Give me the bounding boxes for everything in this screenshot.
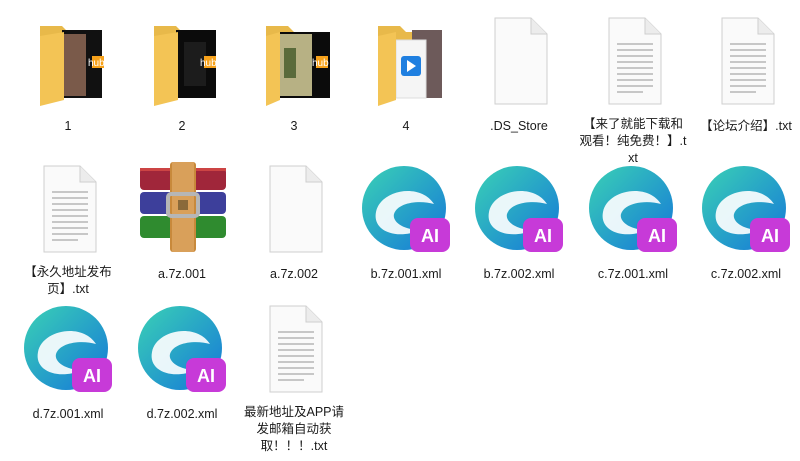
file-explorer-icon-view: { "files": [ {"name": "1", "type": "fold…	[0, 0, 800, 461]
edge-ai-icon: AI	[702, 166, 790, 252]
file-item-b-7z-002-xml[interactable]: AI b.7z.002.xml	[463, 158, 575, 298]
ai-badge-text: AI	[761, 226, 779, 246]
text-document-icon	[43, 165, 97, 253]
file-item-download-txt[interactable]: 【来了就能下载和观看！纯免费！】.txt	[577, 10, 689, 165]
file-item-forum-txt[interactable]: 【论坛介绍】.txt	[690, 10, 800, 150]
file-name: a.7z.002	[270, 267, 318, 281]
file-name: 3	[290, 119, 298, 133]
file-name: d.7z.001.xml	[32, 407, 104, 421]
file-item-latest-address-txt[interactable]: 最新地址及APP请发邮箱自动获取！！！.txt	[238, 298, 350, 453]
blank-document-icon	[494, 17, 548, 105]
blank-document-icon	[269, 165, 323, 253]
file-item-permanent-address-txt[interactable]: 【永久地址发布页】.txt	[12, 158, 124, 298]
file-name: c.7z.002.xml	[710, 267, 782, 281]
file-item-d-7z-001-xml[interactable]: AI d.7z.001.xml	[12, 298, 124, 438]
folder-item-1[interactable]: hub 1	[12, 10, 124, 150]
edge-ai-icon: AI	[475, 166, 563, 252]
ai-badge-text: AI	[648, 226, 666, 246]
folder-preview-text: hub	[88, 58, 105, 69]
edge-ai-icon: AI	[24, 306, 112, 392]
file-name: 4	[402, 119, 410, 133]
folder-item-3[interactable]: hub 3	[238, 10, 350, 150]
file-name: 【永久地址发布页】.txt	[24, 265, 112, 296]
edge-ai-icon: AI	[138, 306, 226, 392]
winrar-archive-icon	[140, 162, 226, 252]
ai-badge-text: AI	[83, 366, 101, 386]
folder-icon: hub	[40, 26, 105, 106]
file-item-d-7z-002-xml[interactable]: AI d.7z.002.xml	[126, 298, 238, 438]
file-item-a-7z-002[interactable]: a.7z.002	[238, 158, 350, 298]
file-name: .DS_Store	[490, 119, 548, 133]
file-name: b.7z.001.xml	[370, 267, 442, 281]
text-document-icon	[721, 17, 775, 105]
folder-icon	[378, 26, 442, 106]
folder-item-4[interactable]: 4	[350, 10, 462, 150]
file-name: 1	[64, 119, 72, 133]
file-item-c-7z-002-xml[interactable]: AI c.7z.002.xml	[690, 158, 800, 298]
edge-ai-icon: AI	[589, 166, 677, 252]
folder-preview-text: hub	[312, 58, 329, 69]
file-item-c-7z-001-xml[interactable]: AI c.7z.001.xml	[577, 158, 689, 298]
file-name: 2	[178, 119, 186, 133]
text-document-icon	[269, 305, 323, 393]
file-name: b.7z.002.xml	[483, 267, 555, 281]
ai-badge-text: AI	[197, 366, 215, 386]
file-name: 最新地址及APP请发邮箱自动获取！！！.txt	[243, 405, 344, 453]
edge-ai-icon: AI	[362, 166, 450, 252]
file-name: c.7z.001.xml	[597, 267, 669, 281]
file-name: a.7z.001	[158, 267, 206, 281]
ai-badge-text: AI	[534, 226, 552, 246]
file-item-b-7z-001-xml[interactable]: AI b.7z.001.xml	[350, 158, 462, 298]
text-document-icon	[608, 17, 662, 105]
file-name: d.7z.002.xml	[146, 407, 218, 421]
file-item-ds-store[interactable]: .DS_Store	[463, 10, 575, 150]
file-item-a-7z-001[interactable]: a.7z.001	[126, 158, 238, 298]
folder-item-2[interactable]: hub 2	[126, 10, 238, 150]
folder-icon: hub	[266, 26, 330, 106]
ai-badge-text: AI	[421, 226, 439, 246]
folder-preview-text: hub	[200, 58, 217, 69]
file-name: 【论坛介绍】.txt	[700, 119, 792, 133]
folder-icon: hub	[154, 26, 217, 106]
